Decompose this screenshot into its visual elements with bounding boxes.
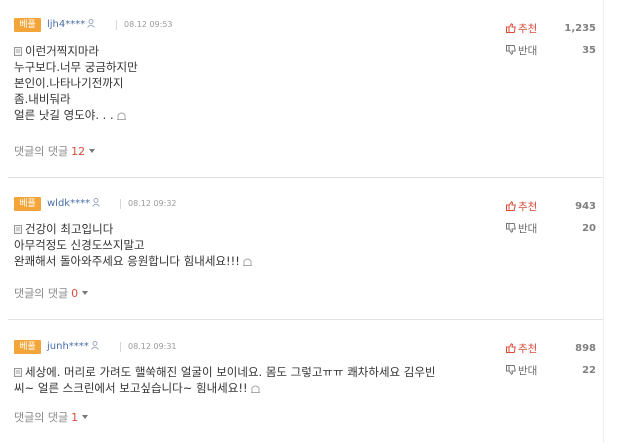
comment-line: 건강이 최고입니다 xyxy=(14,221,494,237)
timestamp: 08.12 09:32 xyxy=(128,199,177,208)
comment-text: 세상에. 머리로 가려도 핼쑥해진 얼굴이 보이네요. 몸도 그렇고ㅠㅠ 쾌차하… xyxy=(25,365,436,379)
user-id-text[interactable]: wldk**** xyxy=(47,198,90,209)
report-icon[interactable] xyxy=(250,384,260,393)
comment-item: 베플 ljh4**** 08.12 09:53 추천 1,235 반대 35 이… xyxy=(0,0,604,178)
thumbs-up-icon xyxy=(506,23,516,33)
comment-line: 얼른 낫길 영도야. . . xyxy=(14,107,494,123)
caret-down-icon xyxy=(89,149,96,153)
user-id[interactable]: ljh4**** xyxy=(47,18,96,32)
oppose-button[interactable]: 반대 xyxy=(506,44,537,58)
timestamp: 08.12 09:31 xyxy=(128,342,177,351)
document-icon xyxy=(14,225,22,234)
recommend-label: 추천 xyxy=(518,201,538,213)
recommend-button[interactable]: 추천 xyxy=(506,342,537,356)
replies-count: 1 xyxy=(71,411,79,424)
oppose-button[interactable]: 반대 xyxy=(506,222,537,236)
user-id-text[interactable]: ljh4**** xyxy=(47,19,85,30)
comment-line: 세상에. 머리로 가려도 핼쑥해진 얼굴이 보이네요. 몸도 그렇고ㅠㅠ 쾌차하… xyxy=(14,364,494,380)
best-badge: 베플 xyxy=(14,197,41,211)
timestamp: 08.12 09:53 xyxy=(124,20,173,29)
caret-down-icon xyxy=(82,291,89,295)
replies-label: 댓글의 댓글 xyxy=(14,145,69,158)
replies-label: 댓글의 댓글 xyxy=(14,287,69,300)
thumbs-up-icon xyxy=(506,201,516,211)
scrollbar[interactable] xyxy=(603,0,617,443)
oppose-count: 35 xyxy=(582,45,596,56)
user-id[interactable]: junh**** xyxy=(47,340,99,354)
comment-line: 좀.내비둬라 xyxy=(14,92,71,106)
oppose-label: 반대 xyxy=(518,365,538,377)
document-icon xyxy=(14,47,22,56)
comment-list: 베플 ljh4**** 08.12 09:53 추천 1,235 반대 35 이… xyxy=(0,0,617,443)
comment-text: 얼른 낫길 영도야. . . xyxy=(14,108,114,122)
user-id-text[interactable]: junh**** xyxy=(47,341,89,352)
user-icon xyxy=(92,198,101,207)
comment-text: 씨~ 얼른 스크린에서 보고싶습니다~ 힘내세요!! xyxy=(14,381,248,395)
replies-toggle[interactable]: 댓글의 댓글 1 xyxy=(14,411,89,425)
recommend-button[interactable]: 추천 xyxy=(506,200,537,214)
thumbs-up-icon xyxy=(506,343,516,353)
divider xyxy=(120,342,121,352)
user-id[interactable]: wldk**** xyxy=(47,197,101,211)
thumbs-down-icon xyxy=(506,45,516,55)
comment-line: 본인이.나타나기전까지 xyxy=(14,76,124,90)
comment-body: 세상에. 머리로 가려도 핼쑥해진 얼굴이 보이네요. 몸도 그렇고ㅠㅠ 쾌차하… xyxy=(14,364,494,396)
comment-body: 건강이 최고입니다 아무걱정도 신경도쓰지말고 완쾌해서 돌아와주세요 응원합니… xyxy=(14,221,494,269)
divider xyxy=(120,199,121,209)
thumbs-down-icon xyxy=(506,365,516,375)
oppose-count: 20 xyxy=(582,223,596,234)
recommend-button[interactable]: 추천 xyxy=(506,22,537,36)
oppose-button[interactable]: 반대 xyxy=(506,364,537,378)
thumbs-down-icon xyxy=(506,223,516,233)
recommend-count: 1,235 xyxy=(564,23,596,34)
divider xyxy=(116,20,117,30)
replies-toggle[interactable]: 댓글의 댓글 12 xyxy=(14,145,96,159)
recommend-count: 898 xyxy=(575,343,596,354)
oppose-label: 반대 xyxy=(518,45,538,57)
recommend-label: 추천 xyxy=(518,343,538,355)
comment-line: 아무걱정도 신경도쓰지말고 xyxy=(14,238,145,252)
report-icon[interactable] xyxy=(116,111,126,120)
comment-line: 이런거찍지마라 xyxy=(14,43,494,59)
oppose-label: 반대 xyxy=(518,223,538,235)
document-icon xyxy=(14,368,22,377)
replies-count: 12 xyxy=(71,145,86,158)
comment-item: 베플 junh**** 08.12 09:31 추천 898 반대 22 세상에… xyxy=(0,320,604,443)
replies-count: 0 xyxy=(71,287,79,300)
best-badge: 베플 xyxy=(14,340,41,354)
comment-line: 씨~ 얼른 스크린에서 보고싶습니다~ 힘내세요!! xyxy=(14,380,494,396)
comment-item: 베플 wldk**** 08.12 09:32 추천 943 반대 20 건강이… xyxy=(0,178,604,320)
recommend-label: 추천 xyxy=(518,23,538,35)
report-icon[interactable] xyxy=(242,257,252,266)
replies-toggle[interactable]: 댓글의 댓글 0 xyxy=(14,287,89,301)
recommend-count: 943 xyxy=(575,201,596,212)
comment-text: 완쾌해서 돌아와주세요 응원합니다 힘내세요!!! xyxy=(14,254,240,268)
caret-down-icon xyxy=(82,415,89,419)
user-icon xyxy=(87,19,96,28)
comment-text: 이런거찍지마라 xyxy=(25,44,100,58)
comment-line: 완쾌해서 돌아와주세요 응원합니다 힘내세요!!! xyxy=(14,253,494,269)
comment-text: 건강이 최고입니다 xyxy=(25,222,114,236)
best-badge: 베플 xyxy=(14,18,41,32)
replies-label: 댓글의 댓글 xyxy=(14,411,69,424)
user-icon xyxy=(90,341,99,350)
comment-line: 누구보다.너무 궁금하지만 xyxy=(14,60,138,74)
comment-body: 이런거찍지마라 누구보다.너무 궁금하지만 본인이.나타나기전까지 좀.내비둬라… xyxy=(14,43,494,123)
oppose-count: 22 xyxy=(582,365,596,376)
